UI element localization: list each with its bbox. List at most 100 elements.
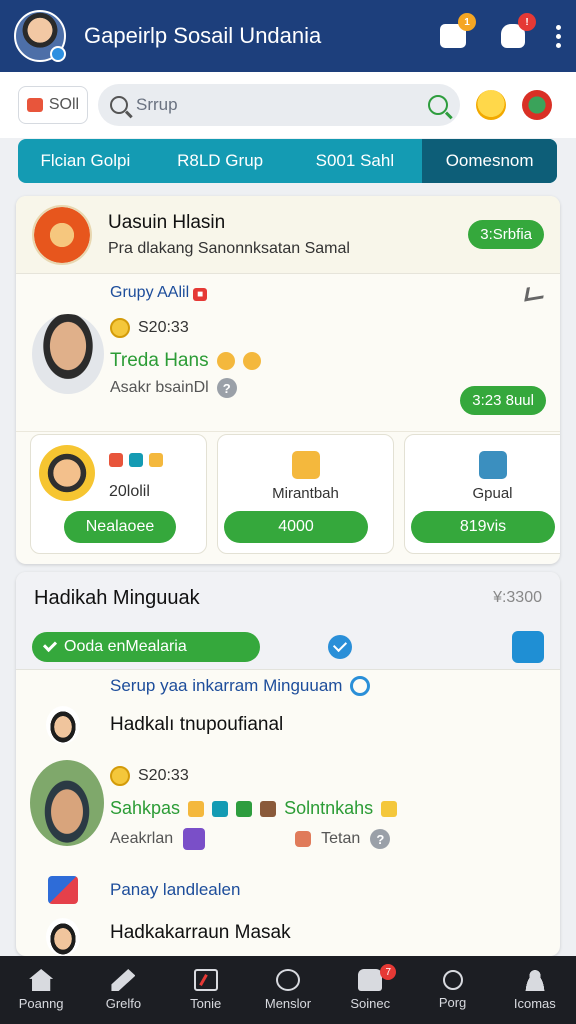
sticker-icon — [260, 800, 277, 817]
trend-icon[interactable] — [524, 284, 546, 302]
tile-profile[interactable]: 20lolil Nealaoee — [30, 434, 207, 554]
featured-title: Uasuin Hlasin — [108, 211, 226, 233]
feed-name-row: Sahkpas Solntnkahs — [110, 798, 398, 819]
search-bar[interactable] — [98, 84, 460, 126]
group-logo[interactable] — [32, 204, 92, 265]
tile-button-3[interactable]: 819vis — [411, 511, 555, 543]
group-icon — [478, 451, 507, 479]
tab-1[interactable]: Flcian Golpi — [18, 139, 153, 183]
tile-invite[interactable]: Mirantbah 4000 — [217, 434, 394, 554]
feed-sub-row: Aeakrlan Tetan ? — [110, 828, 391, 850]
nav-label: Icomas — [513, 996, 556, 1011]
feed-avatar-2[interactable] — [30, 760, 104, 846]
nav-item-create[interactable]: Grelfo — [82, 956, 164, 1024]
feed-card: Hadikah Minguuak ¥:3300 Ooda enMealaria … — [16, 572, 560, 956]
clock-icon — [110, 318, 130, 338]
home-icon — [29, 969, 54, 991]
help-icon[interactable]: ? — [216, 378, 237, 398]
search-input[interactable] — [136, 95, 428, 115]
action-pill[interactable]: 3:23 8uul — [460, 386, 546, 415]
nav-label: Grelfo — [105, 996, 142, 1011]
nav-item-home[interactable]: Poanng — [0, 956, 82, 1024]
post-location-row: Asakr bsainDl ? — [110, 378, 237, 398]
pen-icon — [111, 969, 136, 991]
feed-time-row: S20:33 — [110, 766, 189, 786]
feed-price: ¥:3300 — [493, 589, 542, 606]
featured-post[interactable]: Grupy AAlil ■ S20:33 Treda Hans Asakr bsa… — [16, 274, 560, 432]
group-cube-icon — [48, 876, 78, 904]
note-icon — [381, 800, 398, 817]
gift-icon — [183, 828, 206, 850]
feed-avatar-1[interactable] — [46, 706, 80, 744]
sticker-icon — [212, 800, 229, 817]
profile-avatar[interactable] — [14, 10, 66, 62]
flag-icon — [26, 98, 43, 112]
feed-text-2[interactable]: Hadkakarraun Masak — [110, 922, 291, 944]
source-chip[interactable]: SOll — [18, 86, 88, 124]
group-tag-icon: ■ — [193, 288, 208, 301]
status-pill[interactable]: 3:Srbfia — [468, 220, 544, 249]
nav-item-search[interactable]: Porg — [411, 956, 493, 1024]
post-time: S20:33 — [138, 319, 189, 336]
feed-author-2[interactable]: Solntnkahs — [284, 798, 373, 819]
help-icon[interactable]: ? — [370, 829, 391, 849]
feed-group-1[interactable]: Serup yaa inkarram Minguuam — [110, 676, 371, 696]
inbox-badge: 1 — [458, 13, 476, 31]
post-author[interactable]: Treda Hans — [110, 350, 209, 372]
post-avatar[interactable] — [32, 314, 104, 394]
nav-label: Soinec — [350, 996, 391, 1011]
bottom-nav: Poanng Grelfo Tonie Menslor 7 Soinec Por… — [0, 956, 576, 1024]
nav-item-monitor[interactable]: Menslor — [247, 956, 329, 1024]
calls-badge: 7 — [380, 964, 397, 980]
smile-icon — [242, 352, 261, 370]
tab-2[interactable]: R8LD Grup — [153, 139, 288, 183]
post-name-row: Treda Hans — [110, 350, 261, 372]
bag-button[interactable]: ! — [498, 13, 536, 51]
more-menu-icon[interactable] — [556, 24, 562, 48]
feed-text-1[interactable]: Hadkalı tnupoufianal — [110, 714, 283, 736]
tile-label-3: Gpual — [472, 485, 513, 502]
clock-icon — [110, 766, 130, 786]
search-icon — [442, 970, 463, 990]
tools-icon[interactable] — [512, 630, 544, 663]
notification-icon[interactable] — [522, 90, 552, 120]
tab-3[interactable]: S001 Sahl — [288, 139, 423, 183]
app-header: Gapeirlp Sosail Undania 1 ! — [0, 0, 576, 72]
feed-toolbar: Ooda enMealaria — [16, 624, 560, 670]
search-submit-icon[interactable] — [428, 95, 448, 115]
sticker-icon — [236, 800, 253, 817]
nav-item-profile[interactable]: Icomas — [494, 956, 576, 1024]
document-icon — [193, 969, 218, 991]
nav-item-calls[interactable]: 7 Soinec — [329, 956, 411, 1024]
search-row: SOll — [0, 72, 576, 138]
tile-group[interactable]: Gpual 819vis — [404, 434, 560, 554]
source-chip-label: SOll — [48, 96, 80, 113]
feed-title: Hadikah Minguuak — [34, 586, 200, 609]
inbox-button[interactable]: 1 — [438, 13, 476, 51]
filter-bar[interactable]: Ooda enMealaria — [32, 631, 260, 662]
tile-label-2: Mirantbah — [272, 485, 339, 502]
phone-icon — [358, 969, 383, 991]
featured-card: Uasuin Hlasin Pra dlakang Sanonnksatan S… — [16, 196, 560, 564]
nav-label: Tonie — [190, 996, 222, 1011]
emoji-icon — [216, 352, 235, 370]
tab-4[interactable]: Oomesnom — [422, 139, 557, 183]
tile-button-2[interactable]: 4000 — [224, 511, 368, 543]
tile-button-1[interactable]: Nealaoee — [64, 511, 176, 543]
person-icon — [295, 831, 312, 847]
action-tiles: 20lolil Nealaoee Mirantbah 4000 Gpual 81… — [30, 434, 560, 554]
feed-group-2[interactable]: Panay landlealen — [110, 880, 240, 900]
app-title: Gapeirlp Sosail Undania — [84, 23, 322, 48]
featured-header: Uasuin Hlasin Pra dlakang Sanonnksatan S… — [16, 196, 560, 274]
bag-badge: ! — [518, 13, 536, 31]
feed-sub-1: Aeakrlan — [110, 830, 174, 847]
verified-icon[interactable] — [328, 634, 352, 659]
feed-author[interactable]: Sahkpas — [110, 798, 180, 819]
nav-item-docs[interactable]: Tonie — [165, 956, 247, 1024]
feed-time: S20:33 — [138, 767, 189, 784]
verified-badge-icon — [50, 46, 66, 62]
feed-avatar-3[interactable] — [46, 918, 80, 956]
emoji-icon[interactable] — [476, 90, 506, 120]
post-group-label[interactable]: Grupy AAlil ■ — [110, 284, 208, 302]
post-time-row: S20:33 — [110, 318, 189, 338]
